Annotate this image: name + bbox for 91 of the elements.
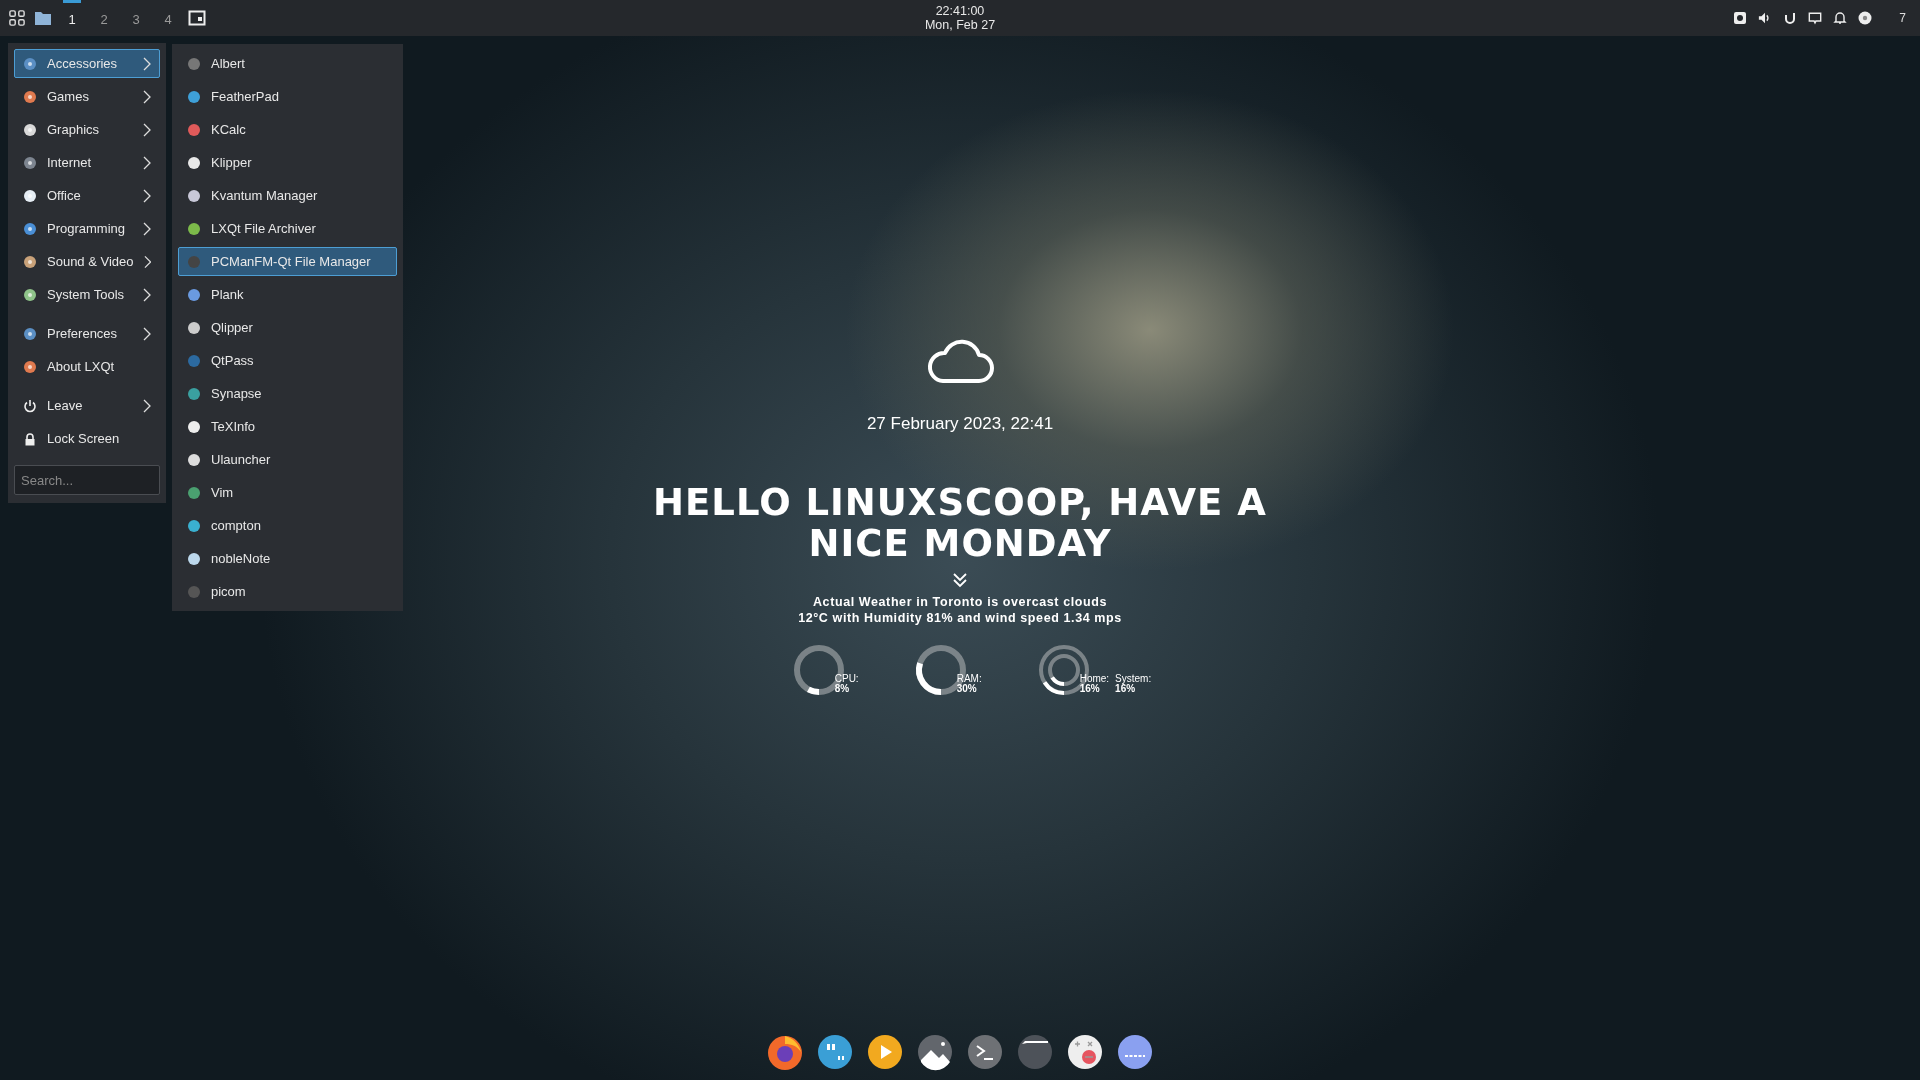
app-icon [187, 353, 201, 368]
hook-icon[interactable] [1783, 11, 1798, 25]
menu-item[interactable]: Ulauncher [178, 445, 397, 474]
menu-item[interactable]: Lock Screen [14, 424, 160, 453]
app-icon [187, 320, 201, 335]
gauge-label: Home: [1079, 674, 1110, 684]
tray-count: 7 [1899, 11, 1906, 25]
workspace-tab[interactable]: 3 [127, 0, 145, 36]
app-icon [187, 122, 201, 137]
calculator-icon[interactable] [1065, 1032, 1105, 1072]
menu-item[interactable]: Programming [14, 214, 160, 243]
category-icon [23, 56, 37, 71]
category-icon [23, 221, 37, 236]
workspace-tab[interactable]: 1 [63, 0, 81, 36]
menu-item[interactable]: LXQt File Archiver [178, 214, 397, 243]
app-grid-icon[interactable] [8, 10, 26, 26]
menu-item[interactable]: TeXInfo [178, 412, 397, 441]
double-chevron-down-icon [952, 572, 968, 588]
menu-item[interactable]: About LXQt [14, 352, 160, 381]
app-icon [187, 518, 201, 533]
category-icon [23, 122, 37, 137]
gauge-label: System: [1115, 674, 1152, 684]
menu-item[interactable]: PCManFM-Qt File Manager [178, 247, 397, 276]
greeting-heading: HELLO LINUXSCOOP, HAVE A NICE MONDAY [652, 482, 1268, 564]
menu-item[interactable]: Vim [178, 478, 397, 507]
gauge-label: RAM: [956, 674, 982, 684]
app-icon [187, 485, 201, 500]
workspace-tab[interactable]: 4 [159, 0, 177, 36]
app-icon [187, 221, 201, 236]
gauge-value: 16% [1079, 684, 1101, 694]
gauge-label: CPU: [834, 674, 859, 684]
menu-item[interactable]: Accessories [14, 49, 160, 78]
menu-item[interactable]: Synapse [178, 379, 397, 408]
gauge-value: 30% [956, 684, 978, 694]
menu-item[interactable]: compton [178, 511, 397, 540]
image-icon[interactable] [915, 1032, 955, 1072]
app-icon [187, 56, 201, 71]
app-icon [187, 188, 201, 203]
screenshot-icon[interactable] [1733, 11, 1748, 25]
menu-item[interactable]: Qlipper [178, 313, 397, 342]
disc-icon[interactable] [1858, 11, 1873, 25]
app-icon [187, 452, 201, 467]
menu-item[interactable]: KCalc [178, 115, 397, 144]
category-icon [23, 188, 37, 203]
menu-item[interactable]: Internet [14, 148, 160, 177]
clock-time: 22:41:00 [935, 4, 985, 18]
menu-item[interactable]: Games [14, 82, 160, 111]
play-icon[interactable] [865, 1032, 905, 1072]
quote-icon[interactable] [815, 1032, 855, 1072]
lock-icon [23, 431, 37, 446]
menu-item[interactable]: Albert [178, 49, 397, 78]
app-icon [187, 287, 201, 302]
weather-text: 12°C with Humidity 81% and wind speed 1.34 mps [798, 610, 1122, 626]
menu-item[interactable]: picom [178, 577, 397, 606]
search-field[interactable]: Search... [14, 465, 160, 495]
category-icon [23, 254, 37, 269]
category-icon [23, 287, 37, 302]
gauge-value: 16% [1115, 684, 1136, 694]
menu-item[interactable]: System Tools [14, 280, 160, 309]
workspace-tab[interactable]: 2 [95, 0, 113, 36]
app-icon [187, 584, 201, 599]
menu-item[interactable]: Office [14, 181, 160, 210]
menu-item[interactable]: Klipper [178, 148, 397, 177]
menu-item[interactable]: nobleNote [178, 544, 397, 573]
terminal-icon[interactable] [965, 1032, 1005, 1072]
menu-item[interactable]: Leave [14, 391, 160, 420]
monitor-icon[interactable] [1808, 11, 1823, 25]
app-icon [187, 386, 201, 401]
category-icon [23, 155, 37, 170]
menu-item[interactable]: QtPass [178, 346, 397, 375]
gauge-value: 8% [834, 684, 851, 694]
menu-item[interactable]: Preferences [14, 319, 160, 348]
app-icon [187, 551, 201, 566]
weather-text: Actual Weather in Toronto is overcast clouds [811, 594, 1108, 610]
category-icon [23, 359, 37, 374]
menu-item[interactable]: Graphics [14, 115, 160, 144]
folder-icon[interactable] [34, 10, 52, 26]
app-icon [187, 155, 201, 170]
app-icon [187, 89, 201, 104]
power-icon [23, 398, 37, 413]
date-text: 27 February 2023, 22:41 [866, 414, 1054, 434]
menu-item[interactable]: Plank [178, 280, 397, 309]
clock-date: Mon, Feb 27 [924, 18, 996, 32]
category-icon [23, 89, 37, 104]
category-icon [23, 326, 37, 341]
menu-item[interactable]: Sound & Video [14, 247, 160, 276]
menu-item[interactable]: FeatherPad [178, 82, 397, 111]
menu-item[interactable]: Kvantum Manager [178, 181, 397, 210]
app-icon [187, 419, 201, 434]
notification-bell-icon[interactable] [1833, 11, 1848, 25]
app-icon [187, 254, 201, 269]
